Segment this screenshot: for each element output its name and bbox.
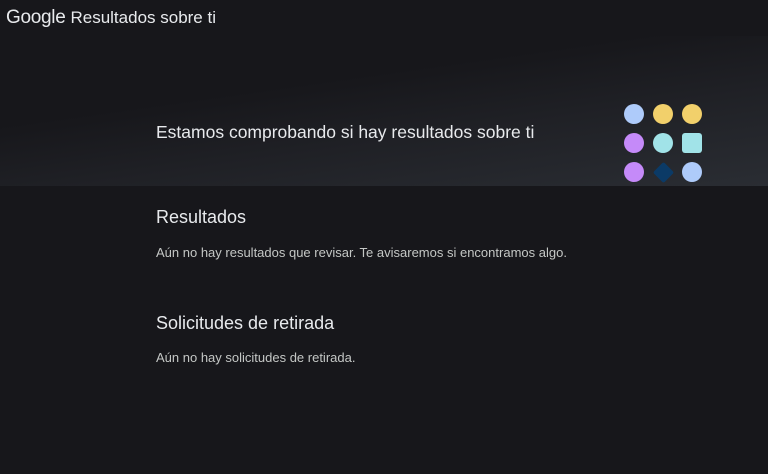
navy-diamond-icon	[652, 161, 675, 184]
dot-grid-illustration	[624, 104, 704, 184]
purple-circle-icon	[624, 133, 644, 153]
blue-circle-icon	[624, 104, 644, 124]
top-bar: Google Resultados sobre ti	[0, 0, 768, 36]
blue-circle-icon	[682, 162, 702, 182]
yellow-circle-icon	[653, 104, 673, 124]
product-title: Resultados sobre ti	[70, 8, 216, 27]
yellow-circle-icon	[682, 104, 702, 124]
purple-circle-icon	[624, 162, 644, 182]
google-logo[interactable]: Google	[6, 7, 66, 29]
hero-banner: Estamos comprobando si hay resultados so…	[0, 36, 768, 186]
results-title: Resultados	[156, 207, 247, 227]
removal-requests-empty-message: Aún no hay solicitudes de retirada.	[156, 350, 356, 365]
hero-title: Estamos comprobando si hay resultados so…	[156, 122, 535, 142]
results-empty-message: Aún no hay resultados que revisar. Te av…	[156, 245, 567, 260]
teal-square-icon	[682, 133, 702, 153]
teal-circle-icon	[653, 133, 673, 153]
removal-requests-title: Solicitudes de retirada	[156, 313, 335, 333]
